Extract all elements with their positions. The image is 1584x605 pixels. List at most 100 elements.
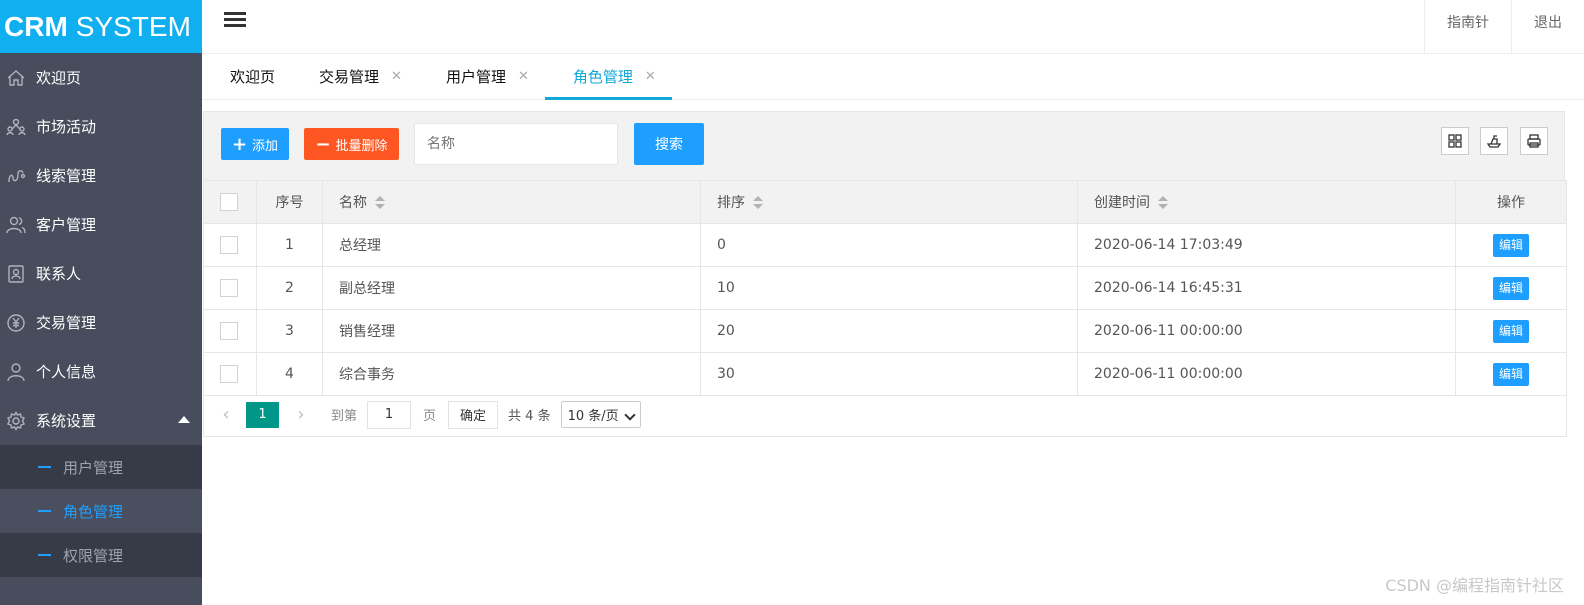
tab-roles[interactable]: 角色管理 ✕ bbox=[544, 54, 672, 100]
row-check-cell bbox=[203, 352, 257, 396]
sidebar-item-settings[interactable]: 系统设置 bbox=[0, 396, 202, 445]
page-size-select[interactable]: 10 条/页 bbox=[560, 401, 641, 428]
goto-page-input[interactable]: 1 bbox=[367, 400, 412, 429]
table-toolbar: + 添加 − 批量删除 搜索 bbox=[203, 111, 1565, 181]
caret-up-icon bbox=[178, 416, 190, 423]
column-header-created[interactable]: 创建时间 bbox=[1077, 180, 1456, 224]
submenu-item-permissions[interactable]: 权限管理 bbox=[0, 533, 202, 577]
batch-delete-label: 批量删除 bbox=[335, 138, 388, 154]
sidebar-item-marketing[interactable]: 市场活动 bbox=[0, 102, 202, 151]
prev-page-icon[interactable]: ‹ bbox=[216, 404, 236, 425]
sidebar-item-label: 交易管理 bbox=[36, 314, 97, 332]
cell-created: 2020-06-11 00:00:00 bbox=[1077, 309, 1456, 353]
total-count: 共 4 条 bbox=[508, 409, 551, 424]
minus-icon: − bbox=[315, 133, 331, 155]
cell-no: 1 bbox=[256, 223, 323, 267]
users-icon bbox=[6, 215, 26, 235]
next-page-icon[interactable]: › bbox=[291, 404, 311, 425]
sidebar-item-label: 线索管理 bbox=[36, 167, 97, 185]
export-icon[interactable] bbox=[1480, 127, 1508, 155]
logout-link[interactable]: 退出 bbox=[1511, 0, 1584, 53]
sort-icon[interactable] bbox=[753, 196, 763, 210]
sidebar-item-label: 欢迎页 bbox=[36, 69, 82, 87]
submenu-item-label: 角色管理 bbox=[63, 502, 124, 521]
row-checkbox[interactable] bbox=[220, 365, 238, 383]
column-header-action: 操作 bbox=[1455, 180, 1567, 224]
print-icon[interactable] bbox=[1520, 127, 1548, 155]
contact-card-icon bbox=[6, 264, 26, 284]
cell-created: 2020-06-11 00:00:00 bbox=[1077, 352, 1456, 396]
table-header-row: 序号 名称 排序 创建时间 操作 bbox=[203, 180, 1567, 224]
row-checkbox[interactable] bbox=[220, 322, 238, 340]
column-header-sort[interactable]: 排序 bbox=[700, 180, 1078, 224]
batch-delete-button[interactable]: − 批量删除 bbox=[304, 128, 399, 160]
edit-button[interactable]: 编辑 bbox=[1493, 362, 1529, 386]
edit-button[interactable]: 编辑 bbox=[1493, 233, 1529, 257]
gear-icon bbox=[6, 410, 26, 431]
tab-welcome[interactable]: 欢迎页 bbox=[202, 54, 291, 99]
cell-no: 4 bbox=[256, 352, 323, 396]
sort-icon[interactable] bbox=[1158, 196, 1168, 210]
sidebar-item-label: 系统设置 bbox=[36, 412, 97, 430]
sidebar-item-profile[interactable]: 个人信息 bbox=[0, 347, 202, 396]
column-label: 名称 bbox=[339, 195, 367, 211]
cell-name: 综合事务 bbox=[322, 352, 701, 396]
close-icon[interactable]: ✕ bbox=[518, 69, 529, 84]
watermark: CSDN @编程指南针社区 bbox=[1385, 576, 1564, 595]
close-icon[interactable]: ✕ bbox=[391, 69, 402, 84]
select-all-cell bbox=[203, 180, 257, 224]
app-logo[interactable]: CRM SYSTEM bbox=[0, 0, 202, 53]
tab-label: 交易管理 bbox=[319, 68, 380, 86]
current-page[interactable]: 1 bbox=[246, 401, 279, 428]
compass-link[interactable]: 指南针 bbox=[1424, 0, 1511, 53]
logo-bold-text: CRM bbox=[4, 10, 68, 42]
settings-submenu: 用户管理 角色管理 权限管理 bbox=[0, 445, 202, 577]
header-links: 指南针 退出 bbox=[1424, 0, 1584, 53]
goto-confirm-button[interactable]: 确定 bbox=[448, 400, 499, 429]
sidebar-item-contacts[interactable]: 联系人 bbox=[0, 249, 202, 298]
tab-users[interactable]: 用户管理 ✕ bbox=[418, 54, 545, 99]
pagination: ‹ 1 › 到第 1 页 确定 共 4 条 10 条/页 bbox=[203, 393, 1567, 437]
select-all-checkbox[interactable] bbox=[220, 193, 238, 211]
user-icon bbox=[6, 362, 26, 382]
submenu-item-users[interactable]: 用户管理 bbox=[0, 445, 202, 489]
search-button[interactable]: 搜索 bbox=[634, 123, 704, 165]
columns-filter-icon[interactable] bbox=[1441, 127, 1469, 155]
sidebar-item-trades[interactable]: 交易管理 bbox=[0, 298, 202, 347]
cell-no: 3 bbox=[256, 309, 323, 353]
logo-light-text: SYSTEM bbox=[75, 10, 191, 42]
roles-table: 序号 名称 排序 创建时间 操作 1 总经理 0 2020-06-14 17:0… bbox=[203, 180, 1567, 396]
submenu-item-label: 用户管理 bbox=[63, 458, 124, 477]
sidebar-item-label: 个人信息 bbox=[36, 363, 97, 381]
goto-label: 到第 bbox=[331, 409, 358, 424]
sidebar-item-welcome[interactable]: 欢迎页 bbox=[0, 53, 202, 102]
cell-no: 2 bbox=[256, 266, 323, 310]
tab-trades[interactable]: 交易管理 ✕ bbox=[291, 54, 418, 99]
edit-button[interactable]: 编辑 bbox=[1493, 276, 1529, 300]
people-network-icon bbox=[6, 117, 26, 137]
edit-button[interactable]: 编辑 bbox=[1493, 319, 1529, 343]
table-row: 1 总经理 0 2020-06-14 17:03:49 编辑 bbox=[203, 223, 1567, 267]
cell-sort: 20 bbox=[700, 309, 1078, 353]
name-search-input[interactable] bbox=[414, 123, 618, 165]
close-icon[interactable]: ✕ bbox=[645, 69, 656, 84]
page-tabs: 欢迎页 交易管理 ✕ 用户管理 ✕ 角色管理 ✕ bbox=[202, 54, 1584, 100]
submenu-item-label: 权限管理 bbox=[63, 546, 124, 565]
table-row: 2 副总经理 10 2020-06-14 16:45:31 编辑 bbox=[203, 266, 1567, 310]
sidebar-item-customers[interactable]: 客户管理 bbox=[0, 200, 202, 249]
cell-sort: 0 bbox=[700, 223, 1078, 267]
column-header-name[interactable]: 名称 bbox=[322, 180, 701, 224]
sort-icon[interactable] bbox=[375, 196, 385, 210]
add-button[interactable]: + 添加 bbox=[221, 128, 289, 160]
submenu-item-roles[interactable]: 角色管理 bbox=[0, 489, 202, 533]
sidebar-item-label: 客户管理 bbox=[36, 216, 97, 234]
cell-name: 总经理 bbox=[322, 223, 701, 267]
row-checkbox[interactable] bbox=[220, 279, 238, 297]
row-checkbox[interactable] bbox=[220, 236, 238, 254]
row-check-cell bbox=[203, 266, 257, 310]
column-label: 排序 bbox=[717, 195, 745, 211]
menu-toggle-icon[interactable] bbox=[224, 12, 246, 30]
sidebar-item-clues[interactable]: 线索管理 bbox=[0, 151, 202, 200]
cell-action: 编辑 bbox=[1455, 223, 1567, 267]
plus-icon: + bbox=[231, 133, 248, 155]
